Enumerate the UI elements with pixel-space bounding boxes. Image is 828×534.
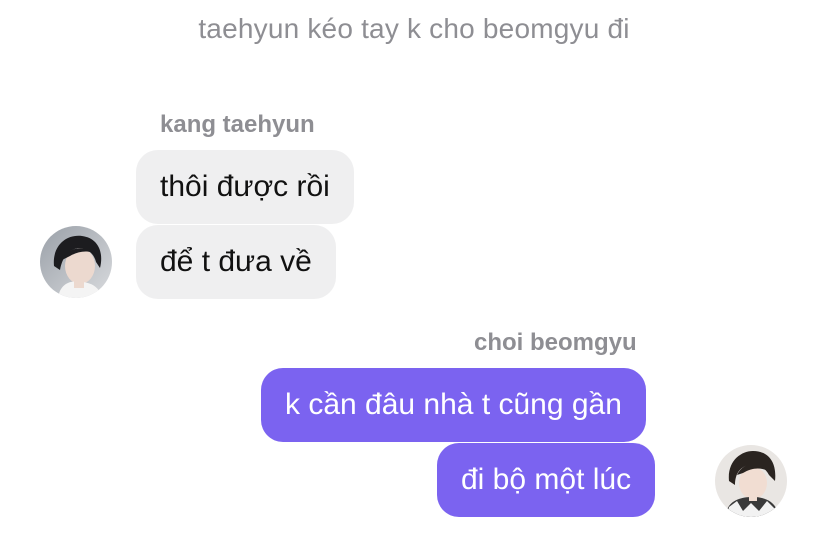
message-bubble-incoming[interactable]: thôi được rồi [136,150,354,224]
message-text: để t đưa về [160,245,312,278]
message-bubble-outgoing[interactable]: k cần đâu nhà t cũng gần [261,368,646,442]
message-text: thôi được rồi [160,170,330,203]
avatar-taehyun-icon [40,226,112,298]
message-text: k cần đâu nhà t cũng gần [285,388,622,421]
avatar-incoming[interactable] [40,226,112,298]
message-bubble-outgoing[interactable]: đi bộ một lúc [437,443,656,517]
system-message: taehyun kéo tay k cho beomgyu đi [198,13,630,44]
sender-name-incoming: kang taehyun [160,111,315,138]
avatar-outgoing[interactable] [715,445,787,517]
message-bubble-incoming[interactable]: để t đưa về [136,225,336,299]
avatar-beomgyu-icon [715,445,787,517]
sender-name-outgoing: choi beomgyu [474,329,637,356]
message-text: đi bộ một lúc [461,463,632,496]
